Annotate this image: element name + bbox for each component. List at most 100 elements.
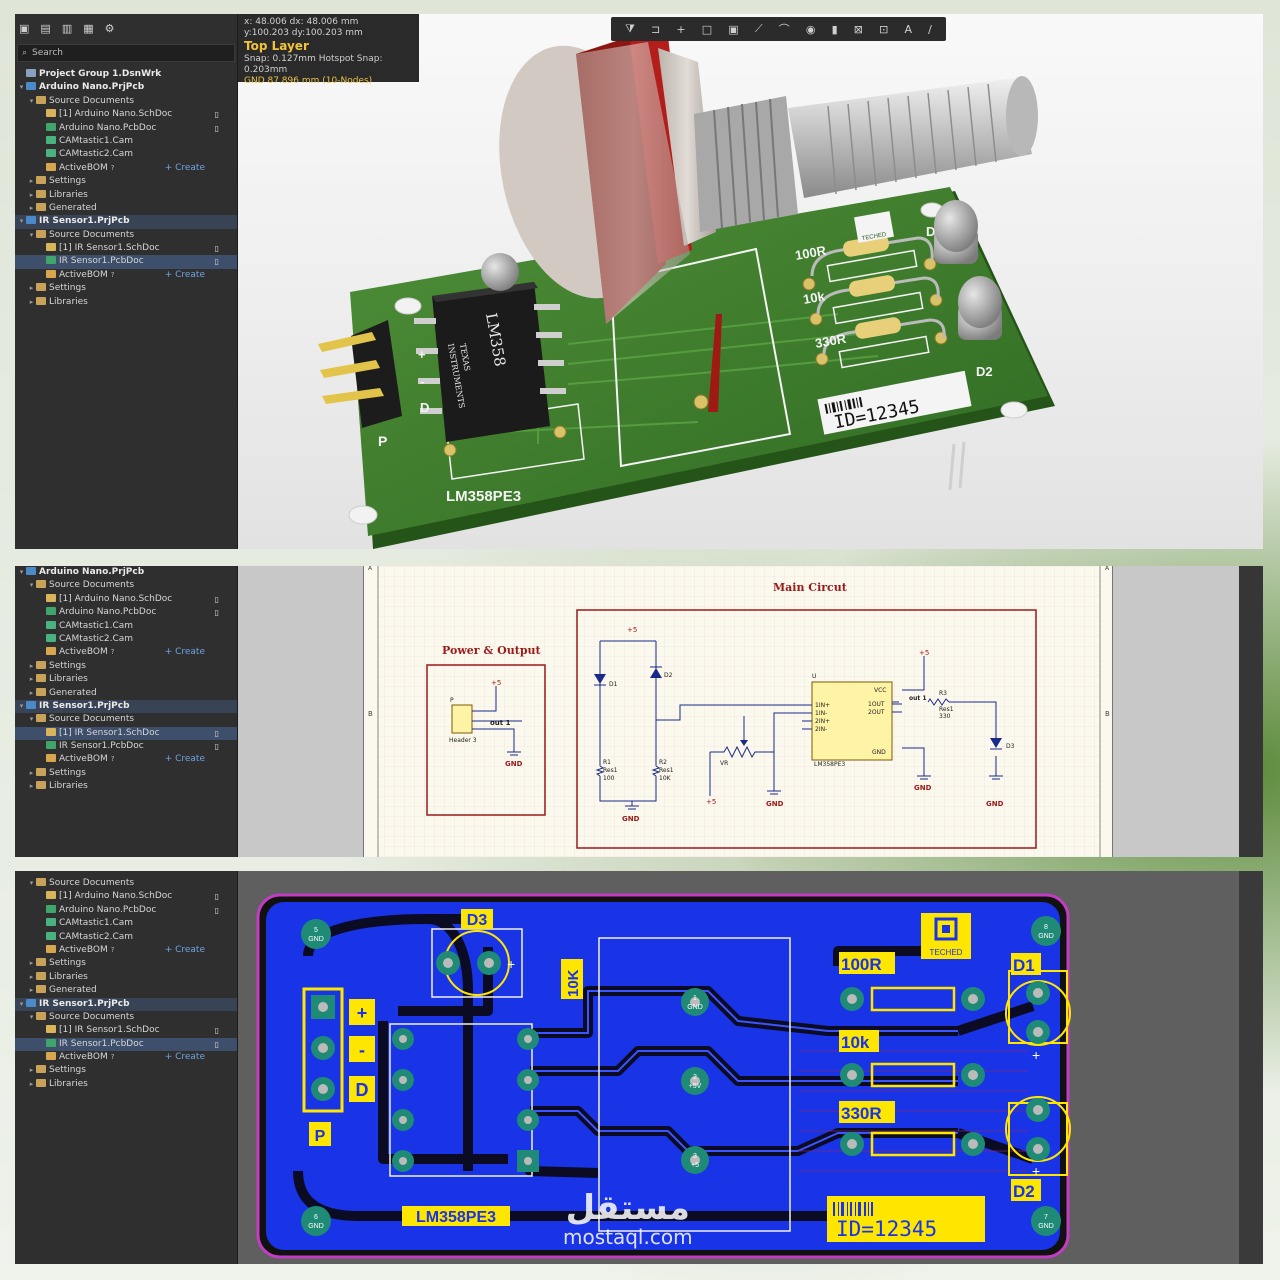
tree-item[interactable]: ▸ Libraries [15, 1078, 237, 1091]
tree-item[interactable]: ActiveBOM? + Create [15, 1051, 237, 1064]
help-icon[interactable]: ? [111, 164, 115, 172]
save-icon[interactable]: ▣ [19, 22, 29, 35]
tree-item[interactable]: ▸ Settings [15, 660, 237, 673]
tree-item[interactable]: Arduino Nano.PcbDoc ▯ [15, 606, 237, 619]
expand-arrow-icon[interactable]: ▾ [17, 215, 26, 228]
tree-item[interactable]: ▾ Source Documents [15, 229, 237, 242]
tree-item[interactable]: [1] IR Sensor1.SchDoc ▯ [15, 1024, 237, 1037]
expand-arrow-icon[interactable]: ▸ [27, 282, 36, 295]
help-icon[interactable]: ? [111, 648, 115, 656]
tree-item[interactable]: ▾ Source Documents [15, 713, 237, 726]
component-icon[interactable]: ▣ [728, 23, 738, 36]
tree-item[interactable]: CAMtastic2.Cam [15, 148, 237, 161]
expand-arrow-icon[interactable]: ▸ [27, 687, 36, 700]
expand-arrow-icon[interactable]: ▾ [27, 713, 36, 726]
tree-item[interactable]: ▸ Libraries [15, 780, 237, 793]
pcb-3d-view[interactable]: LM358 TEXAS INSTRUMENTS + - D P LM358PE3 [238, 14, 1263, 549]
expand-arrow-icon[interactable]: ▸ [27, 189, 36, 202]
tree-item[interactable]: [1] Arduino Nano.SchDoc ▯ [15, 593, 237, 606]
expand-arrow-icon[interactable]: ▾ [17, 700, 26, 713]
tree-item[interactable]: ▾ Arduino Nano.PrjPcb [15, 81, 237, 94]
expand-arrow-icon[interactable]: ▸ [27, 1064, 36, 1077]
tree-item[interactable]: CAMtastic1.Cam [15, 620, 237, 633]
expand-arrow-icon[interactable]: ▸ [27, 984, 36, 997]
tree-item[interactable]: IR Sensor1.PcbDoc ▯ [15, 255, 237, 269]
route-icon[interactable]: ⊐ [651, 23, 660, 36]
search-box[interactable]: ⌕ Search [17, 44, 235, 62]
tree-item[interactable]: ▸ Generated [15, 202, 237, 215]
dimension-icon[interactable]: ⊡ [879, 23, 888, 36]
plus-icon[interactable]: + [676, 23, 685, 36]
open-folder-icon[interactable]: ▥ [62, 22, 72, 35]
text-icon[interactable]: A [904, 23, 912, 36]
filter-icon[interactable]: ⧩ [625, 22, 635, 36]
expand-arrow-icon[interactable]: ▾ [17, 81, 26, 94]
tree-item[interactable]: ▾ IR Sensor1.PrjPcb [15, 699, 237, 714]
wire-icon[interactable]: ⟋ [755, 22, 763, 36]
gear-icon[interactable]: ⚙ [105, 22, 115, 35]
help-icon[interactable]: ? [111, 271, 115, 279]
tree-item[interactable]: [1] IR Sensor1.SchDoc ▯ [15, 242, 237, 255]
folder-icon[interactable]: ▦ [83, 22, 93, 35]
expand-arrow-icon[interactable]: ▸ [27, 175, 36, 188]
tree-item[interactable]: ▸ Settings [15, 767, 237, 780]
tree-item[interactable]: ▾ Source Documents [15, 877, 237, 890]
create-link[interactable]: + Create [165, 162, 205, 175]
expand-arrow-icon[interactable]: ▸ [27, 296, 36, 309]
help-icon[interactable]: ? [111, 1053, 115, 1061]
tree-item[interactable]: ▸ Libraries [15, 189, 237, 202]
arc-icon[interactable]: ⌒ [779, 21, 790, 37]
tree-item[interactable]: ▾ Arduino Nano.PrjPcb [15, 566, 237, 579]
tree-item[interactable]: ▸ Libraries [15, 673, 237, 686]
tree-item[interactable]: IR Sensor1.PcbDoc ▯ [15, 740, 237, 753]
tree-item[interactable]: CAMtastic1.Cam [15, 917, 237, 930]
tree-item[interactable]: [1] IR Sensor1.SchDoc ▯ [15, 726, 237, 741]
expand-arrow-icon[interactable]: ▸ [27, 1078, 36, 1091]
tree-item[interactable]: ActiveBOM? + Create [15, 269, 237, 282]
tree-item[interactable]: ▾ Source Documents [15, 95, 237, 108]
expand-arrow-icon[interactable]: ▾ [27, 877, 36, 890]
expand-arrow-icon[interactable]: ▸ [27, 971, 36, 984]
create-link[interactable]: + Create [165, 944, 205, 957]
schematic-view[interactable]: B B A A Power & Output P Header 3 +5 out… [238, 566, 1263, 857]
tree-item[interactable]: [1] Arduino Nano.SchDoc ▯ [15, 108, 237, 121]
tree-item[interactable]: Arduino Nano.PcbDoc ▯ [15, 904, 237, 917]
expand-arrow-icon[interactable]: ▾ [27, 1011, 36, 1024]
expand-arrow-icon[interactable]: ▸ [27, 673, 36, 686]
tree-item[interactable]: [1] Arduino Nano.SchDoc ▯ [15, 890, 237, 903]
tree-item[interactable]: IR Sensor1.PcbDoc ▯ [15, 1037, 237, 1052]
expand-arrow-icon[interactable]: ▾ [17, 998, 26, 1011]
tree-item[interactable]: ▾ IR Sensor1.PrjPcb [15, 215, 237, 229]
tree-item[interactable]: ▸ Settings [15, 282, 237, 295]
tree-item[interactable]: ▸ Settings [15, 1064, 237, 1077]
save-all-icon[interactable]: ▤ [40, 22, 50, 35]
pad-icon[interactable]: ⊠ [854, 23, 863, 36]
help-icon[interactable]: ? [111, 946, 115, 954]
create-link[interactable]: + Create [165, 753, 205, 766]
tree-item[interactable]: ActiveBOM? + Create [15, 944, 237, 957]
tree-item[interactable]: ▸ Settings [15, 175, 237, 188]
tree-item[interactable]: ▾ IR Sensor1.PrjPcb [15, 997, 237, 1011]
line-icon[interactable]: ∕ [928, 23, 932, 36]
tree-item[interactable]: Project Group 1.DsnWrk [15, 68, 237, 81]
expand-arrow-icon[interactable]: ▸ [27, 780, 36, 793]
tree-item[interactable]: ▾ Source Documents [15, 1011, 237, 1024]
tree-item[interactable]: ActiveBOM? + Create [15, 753, 237, 766]
help-icon[interactable]: ? [111, 755, 115, 763]
expand-arrow-icon[interactable]: ▾ [27, 579, 36, 592]
tree-item[interactable]: ▸ Libraries [15, 971, 237, 984]
tree-item[interactable]: ▾ Source Documents [15, 579, 237, 592]
tree-item[interactable]: Arduino Nano.PcbDoc ▯ [15, 122, 237, 135]
tree-item[interactable]: ▸ Generated [15, 687, 237, 700]
search-input[interactable]: Search [32, 48, 63, 58]
expand-arrow-icon[interactable]: ▸ [27, 767, 36, 780]
expand-arrow-icon[interactable]: ▸ [27, 202, 36, 215]
tree-item[interactable]: ▸ Libraries [15, 296, 237, 309]
tree-item[interactable]: CAMtastic1.Cam [15, 135, 237, 148]
expand-arrow-icon[interactable]: ▸ [27, 660, 36, 673]
pcb-2d-view[interactable]: 5 GND 8 GND 6 GND 7 GND 1 GND 2 +5V 3 +5 [238, 871, 1263, 1264]
fill-icon[interactable]: ▮ [832, 23, 838, 36]
expand-arrow-icon[interactable]: ▾ [17, 566, 26, 579]
expand-arrow-icon[interactable]: ▾ [27, 229, 36, 242]
tree-item[interactable]: ActiveBOM? + Create [15, 646, 237, 659]
